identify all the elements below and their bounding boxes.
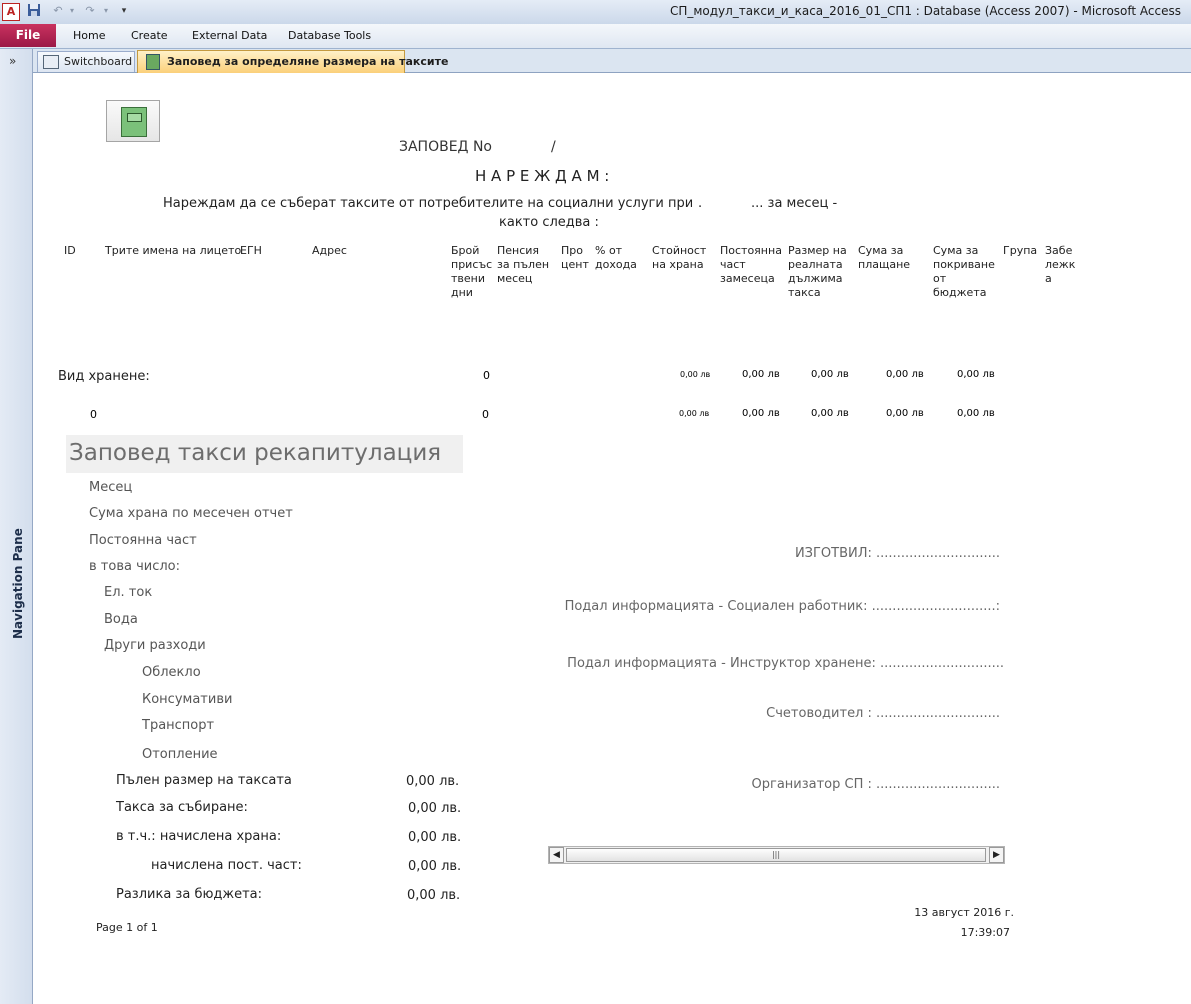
total-real-fee: 0,00 лв — [811, 408, 849, 419]
recap-total-value: 0,00 лв. — [408, 801, 462, 816]
window-title: СП_модул_такси_и_каса_2016_01_СП1 : Data… — [669, 4, 1181, 18]
signature-food-instructor: Подал информацията - Инструктор хранене:… — [567, 656, 1004, 671]
intro-dot: . — [698, 196, 703, 211]
recap-item: Други разходи — [104, 638, 206, 653]
recap-title: Заповед такси рекапитулация — [69, 440, 442, 466]
group-pay-value: 0,00 лв — [886, 369, 924, 380]
intro-text: Нареждам да се съберат таксите от потреб… — [163, 196, 694, 211]
tab-switchboard[interactable]: Switchboard — [37, 51, 135, 72]
intro-continuation: както следва : — [499, 215, 599, 230]
recap-item: Вода — [104, 612, 138, 627]
total-pay-value: 0,00 лв — [886, 408, 924, 419]
tab-create[interactable]: Create — [131, 29, 168, 42]
tab-external-data[interactable]: External Data — [192, 29, 267, 42]
recap-total-label: начислена пост. част: — [151, 858, 302, 873]
scroll-left-icon[interactable]: ◀ — [549, 847, 564, 863]
recap-item: Консумативи — [142, 692, 233, 707]
navigation-pane-label[interactable]: Navigation Pane — [11, 528, 25, 639]
tab-file[interactable]: File — [0, 24, 56, 47]
recap-item: Облекло — [142, 665, 201, 680]
signature-social-worker: Подал информацията - Социален работник: … — [564, 599, 1000, 614]
customize-toolbar-icon[interactable]: ▾ — [116, 3, 132, 19]
access-app-icon[interactable]: A — [2, 3, 20, 21]
report-icon — [146, 54, 160, 70]
tab-report-order-label: Заповед за определяне размера на таксите — [167, 55, 449, 68]
notebook-icon — [121, 107, 147, 137]
save-icon[interactable] — [26, 3, 42, 19]
column-header: Постоянна част замесеца — [720, 244, 782, 285]
scroll-right-icon[interactable]: ▶ — [989, 847, 1004, 863]
column-header: Брой присъс твени дни — [451, 244, 493, 299]
scroll-thumb[interactable]: ||| — [566, 848, 986, 862]
group-food-value: 0,00 лв — [680, 370, 711, 379]
column-header: Адрес — [312, 244, 347, 257]
column-header: Забе лежк а — [1045, 244, 1076, 285]
recap-item: Ел. ток — [104, 585, 153, 600]
signature-organizer: Организатор СП : .......................… — [751, 777, 1001, 792]
recap-item: Сума храна по месечен отчет — [89, 506, 293, 521]
recap-total-label: Пълен размер на таксата — [116, 773, 292, 788]
column-header: ID — [64, 244, 76, 257]
tab-report-order[interactable]: Заповед за определяне размера на таксите — [137, 50, 448, 73]
column-header: Сума за плащане — [858, 244, 911, 271]
expand-nav-icon[interactable]: » — [9, 54, 16, 68]
report-date: 13 август 2016 г. — [914, 906, 1014, 919]
recap-total-value: 0,00 лв. — [406, 774, 460, 789]
report-button[interactable] — [106, 100, 160, 142]
title-bar: A ↶ ▾ ↷ ▾ ▾ СП_модул_такси_и_каса_2016_0… — [0, 0, 1191, 24]
navigation-pane[interactable] — [0, 49, 33, 1004]
recap-total-value: 0,00 лв. — [408, 830, 462, 845]
ribbon-tab-bar — [0, 24, 1191, 49]
redo-icon[interactable]: ↷ — [82, 3, 98, 19]
column-header: ЕГН — [240, 244, 262, 257]
column-header: Сума за покриване от бюджета — [933, 244, 995, 299]
intro-month: ... за месец - — [751, 196, 838, 211]
column-header: Трите имена на лицето — [105, 244, 242, 257]
order-number-slash: / — [551, 139, 556, 155]
horizontal-scrollbar[interactable]: ◀ ||| ▶ — [548, 846, 1005, 864]
undo-dropdown-icon[interactable]: ▾ — [64, 3, 80, 19]
column-header: Пенсия за пълен месец — [497, 244, 550, 285]
tab-database-tools[interactable]: Database Tools — [288, 29, 371, 42]
group-fixed-value: 0,00 лв — [742, 369, 780, 380]
total-days: 0 — [482, 408, 489, 421]
form-icon — [43, 55, 59, 69]
recap-item: в това число: — [89, 559, 180, 574]
group-label: Вид хранене: — [58, 369, 150, 384]
column-header: Стойност на храна — [652, 244, 707, 271]
recap-total-label: в т.ч.: начислена храна: — [116, 829, 282, 844]
page-number: Page 1 of 1 — [96, 921, 158, 934]
order-heading: ЗАПОВЕД No — [399, 139, 492, 155]
group-real-fee: 0,00 лв — [811, 369, 849, 380]
recap-total-label: Такса за събиране: — [116, 800, 248, 815]
column-header: Про цент — [561, 244, 589, 271]
signature-accountant: Счетоводител : .........................… — [766, 706, 1000, 721]
redo-dropdown-icon[interactable]: ▾ — [98, 3, 114, 19]
column-header: % от дохода — [595, 244, 637, 271]
group-budget-value: 0,00 лв — [957, 369, 995, 380]
report-time: 17:39:07 — [960, 926, 1010, 939]
total-fixed-value: 0,00 лв — [742, 408, 780, 419]
recap-item: Отопление — [142, 747, 218, 762]
signature-prepared-by: ИЗГОТВИЛ: .............................. — [794, 546, 1000, 561]
group-days: 0 — [483, 369, 490, 382]
total-label: 0 — [90, 408, 97, 421]
recap-item: Постоянна част — [89, 533, 197, 548]
column-header: Група — [1003, 244, 1038, 257]
tab-switchboard-label: Switchboard — [64, 55, 133, 68]
recap-total-label: Разлика за бюджета: — [116, 887, 263, 902]
total-food-value: 0,00 лв — [679, 409, 710, 418]
recap-item: Транспорт — [142, 718, 215, 733]
order-word: Н А Р Е Ж Д А М : — [475, 167, 610, 185]
recap-total-value: 0,00 лв. — [407, 888, 461, 903]
recap-item: Месец — [89, 480, 133, 495]
recap-total-value: 0,00 лв. — [408, 859, 462, 874]
tab-home[interactable]: Home — [73, 29, 105, 42]
total-budget-value: 0,00 лв — [957, 408, 995, 419]
column-header: Размер на реалната дължима такса — [788, 244, 847, 299]
